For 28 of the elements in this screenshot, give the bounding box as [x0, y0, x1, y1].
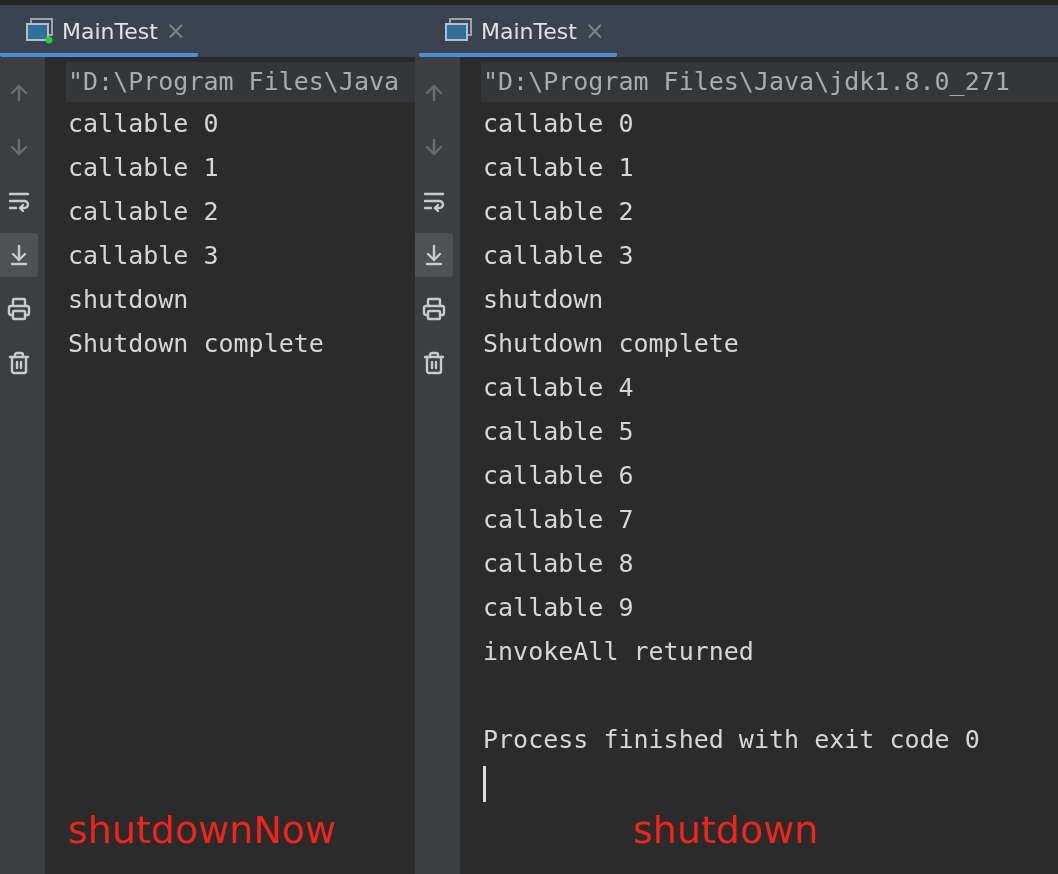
output-line: callable 8 [482, 548, 635, 580]
output-line: callable 4 [482, 372, 635, 404]
scroll-to-end-button[interactable] [415, 233, 453, 277]
output-line: callable 9 [482, 592, 635, 624]
output-line: callable 2 [482, 196, 635, 228]
output-line: callable 3 [67, 240, 220, 272]
output-line: callable 7 [482, 504, 635, 536]
trash-icon [422, 351, 446, 375]
caption: shutdown [632, 808, 820, 854]
output-line: callable 5 [482, 416, 635, 448]
output-line: callable 2 [67, 196, 220, 228]
exit-message: Process finished with exit code 0 [482, 724, 981, 756]
output-line: callable 6 [482, 460, 635, 492]
output-line: invokeAll returned [482, 636, 755, 668]
printer-icon [7, 297, 31, 321]
output-line: callable 1 [482, 152, 635, 184]
caption: shutdownNow [67, 808, 338, 854]
output-line: shutdown [482, 284, 605, 316]
output-line: shutdown [67, 284, 190, 316]
trash-icon [7, 351, 31, 375]
output-line: callable 3 [482, 240, 635, 272]
scroll-to-end-button[interactable] [0, 233, 38, 277]
output-line: Shutdown complete [482, 328, 740, 360]
printer-icon [422, 297, 446, 321]
output-line: callable 0 [67, 108, 220, 140]
output-line: callable 1 [67, 152, 220, 184]
output-line: callable 0 [482, 108, 635, 140]
output-line: Shutdown complete [67, 328, 325, 360]
